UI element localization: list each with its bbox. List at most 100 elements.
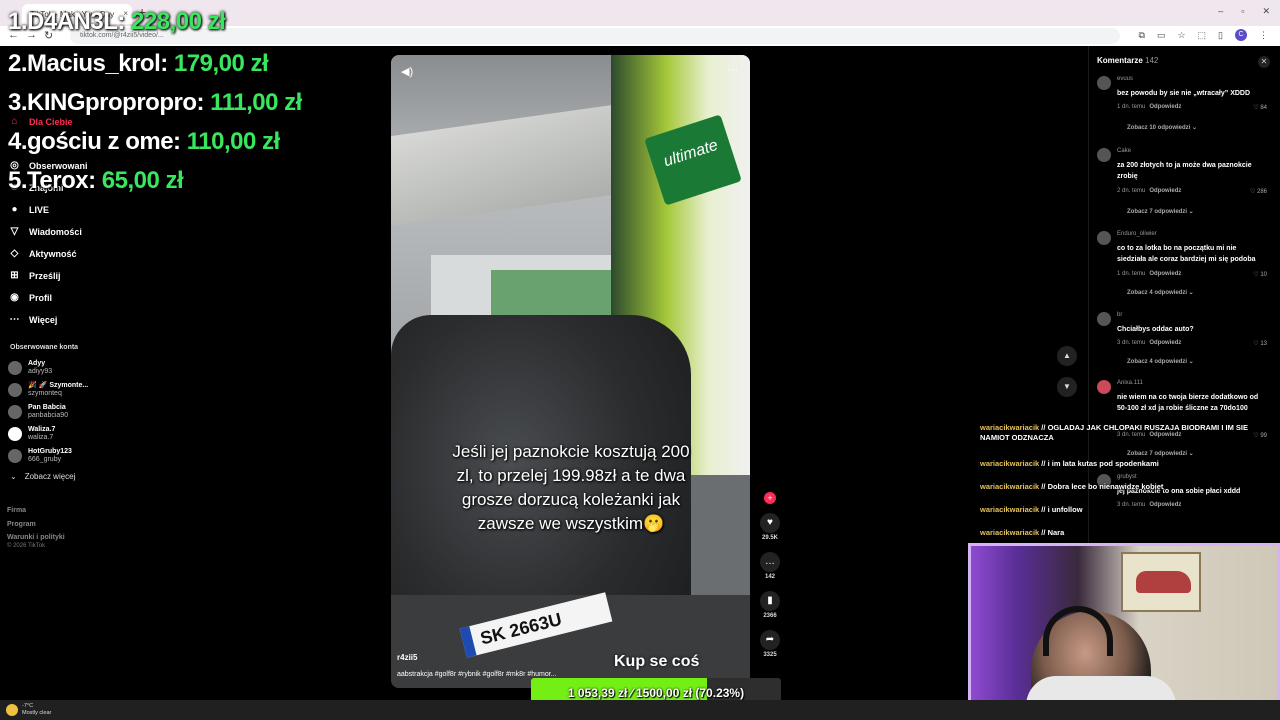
see-more-label: Zobacz więcej xyxy=(24,472,76,481)
goal-percent: (70.23%) xyxy=(695,686,745,700)
see-more-button[interactable]: ⌄ Zobacz więcej xyxy=(10,472,75,481)
chevron-down-icon: ▼ xyxy=(1063,382,1071,391)
address-bar[interactable]: tiktok.com/@r4zii5/video/... xyxy=(70,28,1120,44)
cast-icon[interactable]: ▭ xyxy=(1157,30,1166,41)
video-player[interactable]: ultimate SK 2663U ◀) ⋯ Jeśli jej paznokc… xyxy=(391,55,750,688)
avatar[interactable] xyxy=(1097,76,1111,90)
share-button[interactable]: ➦ 3325 xyxy=(755,630,785,658)
weather-desc: Mostly clear xyxy=(22,710,52,716)
close-icon[interactable]: ✕ xyxy=(1258,56,1270,68)
video-author[interactable]: r4zii5 xyxy=(397,653,417,662)
comment-meta: 1 dn. temu Odpowiedz xyxy=(1117,104,1182,110)
comment-username[interactable]: Enduro_oliwier xyxy=(1117,231,1157,237)
view-replies-button[interactable]: Zobacz 7 odpowiedzi ⌄ xyxy=(1127,208,1194,215)
window-close-icon[interactable]: ✕ xyxy=(1262,6,1270,17)
reply-button[interactable]: Odpowiedz xyxy=(1149,104,1181,110)
heart-icon: ♥ xyxy=(760,513,780,533)
previous-video-button[interactable]: ▲ xyxy=(1057,346,1077,366)
comments-title: Komentarze xyxy=(1097,56,1143,65)
comment-username[interactable]: br xyxy=(1117,312,1122,318)
footer-link[interactable]: Program xyxy=(7,518,65,532)
comment-username[interactable]: Anixa.111 xyxy=(1117,380,1143,386)
comment-text: Chciałbys oddac auto? xyxy=(1117,326,1194,333)
menu-icon[interactable]: ⋮ xyxy=(1259,30,1268,41)
minimize-icon[interactable]: – xyxy=(1218,6,1223,17)
weather-widget[interactable]: -7°C Mostly clear xyxy=(6,703,51,717)
view-replies-button[interactable]: Zobacz 4 odpowiedzi ⌄ xyxy=(1127,358,1194,365)
account-username: szymonteq xyxy=(28,390,62,397)
nav-upload[interactable]: ⊞ Prześlij xyxy=(8,269,60,282)
follow-button[interactable]: + xyxy=(755,492,785,504)
followed-account[interactable]: 🎉 🚀 Szymonte... szymonteq xyxy=(8,382,88,398)
comment-likes[interactable]: ♡ 10 xyxy=(1253,271,1267,278)
avatar xyxy=(8,427,22,441)
avatar xyxy=(8,361,22,375)
next-video-button[interactable]: ▼ xyxy=(1057,377,1077,397)
profile-icon: ◉ xyxy=(10,292,19,303)
followed-account[interactable]: Adyy adiyy93 xyxy=(8,360,52,376)
avatar xyxy=(8,383,22,397)
more-options-icon[interactable]: ⋯ xyxy=(727,63,738,76)
chat-message: wariacikwariacik // Dobra lece bo nienaw… xyxy=(980,482,1164,491)
comment-text: bez powodu by sie nie „wtracały” XDDD xyxy=(1117,90,1251,97)
live-icon: ● xyxy=(11,204,18,215)
comment-likes[interactable]: ♡ 13 xyxy=(1253,340,1267,347)
moon-icon xyxy=(6,704,18,716)
comment-username[interactable]: Cake xyxy=(1117,148,1131,154)
nav-more[interactable]: ⋯ Więcej xyxy=(8,313,58,326)
save-button[interactable]: ▮ 2366 xyxy=(755,591,785,619)
translate-icon[interactable]: ⧉ xyxy=(1139,30,1145,41)
comment-username[interactable]: evuus xyxy=(1117,76,1133,82)
followed-account[interactable]: Pan Babcia panbabcia90 xyxy=(8,404,68,420)
bookmark-star-icon[interactable]: ☆ xyxy=(1177,30,1185,41)
comment-likes[interactable]: ♡ 286 xyxy=(1250,188,1267,195)
nav-live[interactable]: ● LIVE xyxy=(8,203,49,216)
comment-text: nie wiem na co twoja bierze dodatkowo od… xyxy=(1117,394,1259,412)
share-count: 3325 xyxy=(763,652,777,658)
account-display-name: Pan Babcia xyxy=(28,404,66,411)
view-replies-button[interactable]: Zobacz 10 odpowiedzi ⌄ xyxy=(1127,124,1197,131)
video-overlay-text: Kup se coś xyxy=(614,653,700,670)
video-hashtags[interactable]: aabstrakcja #golf8r #rybnik #golf8r #mk8… xyxy=(397,671,557,678)
nav-label: Wiadomości xyxy=(29,226,82,237)
nav-messages[interactable]: ▽ Wiadomości xyxy=(8,225,82,238)
save-count: 2366 xyxy=(763,613,777,619)
weather-temp: -7°C xyxy=(22,703,34,709)
webcam-poster-car xyxy=(1136,571,1191,593)
reply-button[interactable]: Odpowiedz xyxy=(1149,271,1181,277)
like-button[interactable]: ♥ 29.5K xyxy=(755,513,785,541)
comment-likes[interactable]: ♡ 84 xyxy=(1253,104,1267,111)
view-replies-button[interactable]: Zobacz 7 odpowiedzi ⌄ xyxy=(1127,450,1194,457)
followed-account[interactable]: HotGruby123 666_gruby xyxy=(8,448,72,464)
nav-label: Dla Ciebie xyxy=(29,116,73,127)
comment-button[interactable]: … 142 xyxy=(755,552,785,580)
webcam-overlay xyxy=(968,543,1280,720)
nav-activity[interactable]: ◇ Aktywność xyxy=(8,247,77,260)
leaderboard-row: 4.gościu z ome: 110,00 zł xyxy=(8,128,280,155)
volume-icon[interactable]: ◀) xyxy=(401,65,413,78)
avatar[interactable] xyxy=(1097,231,1111,245)
comment-username[interactable]: grubyst xyxy=(1117,474,1137,480)
footer-link[interactable]: Firma xyxy=(7,504,65,518)
sidepanel-icon[interactable]: ▯ xyxy=(1218,30,1223,41)
followed-account[interactable]: Waliza.7 waliza.7 xyxy=(8,426,55,442)
reply-button[interactable]: Odpowiedz xyxy=(1149,340,1181,346)
avatar[interactable] xyxy=(1097,148,1111,162)
avatar xyxy=(8,405,22,419)
view-replies-button[interactable]: Zobacz 4 odpowiedzi ⌄ xyxy=(1127,289,1194,296)
account-username: waliza.7 xyxy=(28,434,54,441)
copyright: © 2026 TikTok xyxy=(7,543,46,549)
avatar[interactable] xyxy=(1097,380,1111,394)
followed-accounts-title: Obserwowane konta xyxy=(10,344,79,351)
comments-header: Komentarze 142 xyxy=(1097,56,1158,65)
comment-likes[interactable]: ♡ 99 xyxy=(1253,432,1267,439)
account-display-name: Adyy xyxy=(28,360,46,367)
profile-avatar[interactable]: C xyxy=(1235,29,1247,41)
os-taskbar: -7°C Mostly clear xyxy=(0,700,1280,720)
reply-button[interactable]: Odpowiedz xyxy=(1149,188,1181,194)
avatar[interactable] xyxy=(1097,312,1111,326)
maximize-icon[interactable]: ▫ xyxy=(1241,6,1244,17)
extensions-icon[interactable]: ⬚ xyxy=(1198,30,1207,41)
nav-profile[interactable]: ◉ Profil xyxy=(8,291,52,304)
comment-text: co to za lotka bo na początku mi nie sie… xyxy=(1117,245,1256,263)
